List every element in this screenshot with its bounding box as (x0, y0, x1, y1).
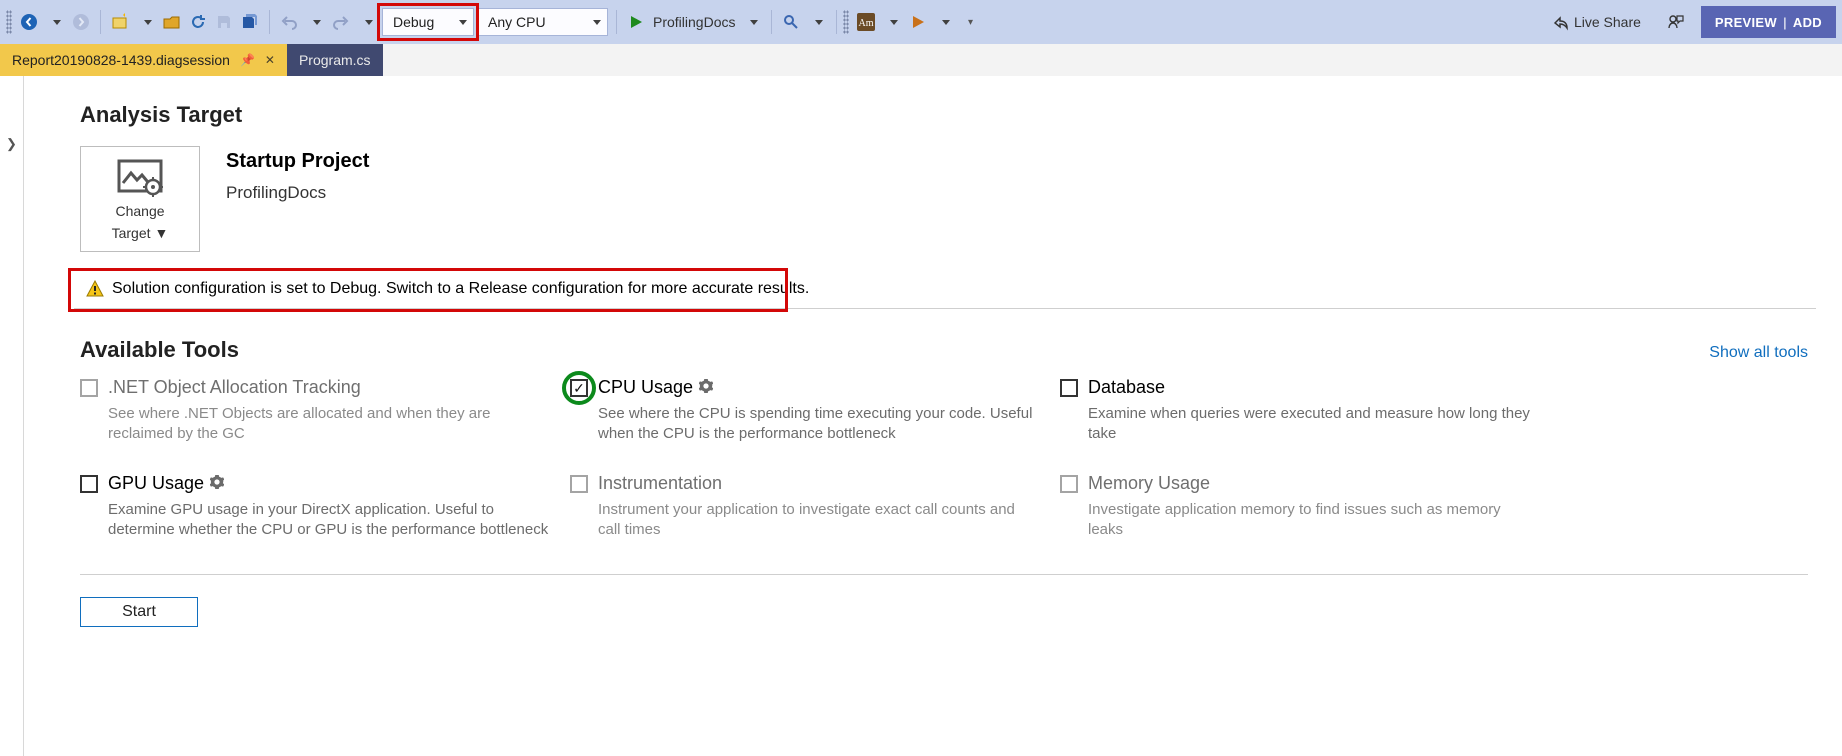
tool-checkbox (80, 379, 98, 397)
tools-grid: .NET Object Allocation Tracking See where… (80, 377, 1842, 540)
tool-database: Database Examine when queries were execut… (1060, 377, 1530, 445)
start-button[interactable]: Start (80, 597, 198, 627)
toolbar-overflow[interactable]: ▾ (957, 7, 983, 37)
tool-title: .NET Object Allocation Tracking (108, 377, 361, 398)
main-toolbar: Debug Any CPU ProfilingDocs Am ▾ Live Sh… (0, 0, 1842, 44)
expand-panel-icon[interactable]: ❯ (6, 136, 17, 756)
start-debugging-button[interactable] (623, 7, 649, 37)
tab-diagsession[interactable]: Report20190828-1439.diagsession 📌 ✕ (0, 44, 287, 76)
open-file-button[interactable] (159, 7, 185, 37)
redo-button[interactable] (328, 7, 354, 37)
divider (80, 574, 1808, 575)
pin-icon[interactable]: 📌 (240, 53, 255, 67)
available-tools-heading: Available Tools (80, 337, 239, 363)
preview-secondary: ADD (1793, 15, 1822, 30)
preview-label: PREVIEW (1715, 15, 1777, 30)
nav-back-button[interactable] (16, 7, 42, 37)
tool-description: Examine GPU usage in your DirectX applic… (108, 500, 550, 541)
refresh-icon[interactable] (185, 7, 211, 37)
live-share-button[interactable]: Live Share (1548, 7, 1649, 37)
find-in-files-button[interactable] (778, 7, 804, 37)
tool-cpu-usage: ✓ CPU Usage See where the CPU is spending … (570, 377, 1040, 445)
startup-project-name: ProfilingDocs (226, 183, 369, 203)
tool-description: See where the CPU is spending time execu… (598, 404, 1040, 445)
start-target-dropdown[interactable] (739, 7, 765, 37)
tool-memory-usage: Memory Usage Investigate application memo… (1060, 473, 1530, 541)
solution-config-combo[interactable]: Debug (382, 8, 474, 36)
gear-icon[interactable] (699, 379, 713, 396)
tool-checkbox (570, 475, 588, 493)
analysis-target-heading: Analysis Target (80, 102, 1842, 128)
tool-title: CPU Usage (598, 377, 693, 398)
tab-label: Report20190828-1439.diagsession (12, 52, 230, 68)
tool-title: Database (1088, 377, 1165, 398)
preview-button[interactable]: PREVIEW | ADD (1701, 6, 1836, 38)
undo-button[interactable] (276, 7, 302, 37)
tool-description: Examine when queries were executed and m… (1088, 404, 1530, 445)
gear-icon[interactable] (210, 475, 224, 492)
tab-label: Program.cs (299, 52, 371, 68)
feedback-button[interactable] (1663, 7, 1689, 37)
change-target-line1: Change (115, 203, 164, 219)
new-project-dropdown[interactable] (133, 7, 159, 37)
grip-icon[interactable] (6, 10, 12, 34)
tool-instrumentation: Instrumentation Instrument your applicati… (570, 473, 1040, 541)
tool-net-alloc: .NET Object Allocation Tracking See where… (80, 377, 550, 445)
warning-icon (86, 280, 104, 298)
solution-platform-combo[interactable]: Any CPU (478, 8, 608, 36)
tool-description: Investigate application memory to find i… (1088, 500, 1530, 541)
tab-program-cs[interactable]: Program.cs (287, 44, 383, 76)
document-tab-strip: Report20190828-1439.diagsession 📌 ✕ Prog… (0, 44, 1842, 76)
tool-checkbox[interactable]: ✓ (570, 379, 588, 397)
new-project-button[interactable] (107, 7, 133, 37)
nav-back-dropdown[interactable] (42, 7, 68, 37)
change-target-tile[interactable]: Change Target ▼ (80, 146, 200, 252)
tool-checkbox[interactable] (1060, 379, 1078, 397)
am-tool-dropdown[interactable] (879, 7, 905, 37)
tool-title: GPU Usage (108, 473, 204, 494)
solution-platform-text: Any CPU (488, 14, 546, 30)
tool-gpu-usage: GPU Usage Examine GPU usage in your Direc… (80, 473, 550, 541)
start-target-label[interactable]: ProfilingDocs (649, 14, 739, 30)
warning-text: Solution configuration is set to Debug. … (112, 280, 809, 298)
solution-config-text: Debug (393, 14, 434, 30)
close-icon[interactable]: ✕ (265, 53, 275, 67)
save-button[interactable] (211, 7, 237, 37)
tool-title: Instrumentation (598, 473, 722, 494)
play-orange-button[interactable] (905, 7, 931, 37)
show-all-tools-link[interactable]: Show all tools (1709, 344, 1808, 362)
annotation-highlight (562, 371, 596, 405)
side-gutter: ❯ (0, 76, 24, 756)
tool-description: Instrument your application to investiga… (598, 500, 1040, 541)
chevron-down-icon (459, 20, 467, 25)
tool-description: See where .NET Objects are allocated and… (108, 404, 550, 445)
svg-text:Am: Am (859, 18, 874, 29)
play-orange-dropdown[interactable] (931, 7, 957, 37)
grip-icon[interactable] (843, 10, 849, 34)
save-all-button[interactable] (237, 7, 263, 37)
chevron-down-icon (593, 20, 601, 25)
find-dropdown[interactable] (804, 7, 830, 37)
startup-project-heading: Startup Project (226, 150, 369, 173)
undo-dropdown[interactable] (302, 7, 328, 37)
target-image-icon (117, 159, 163, 197)
redo-dropdown[interactable] (354, 7, 380, 37)
nav-forward-button[interactable] (68, 7, 94, 37)
tool-title: Memory Usage (1088, 473, 1210, 494)
chevron-down-icon: ▼ (155, 225, 169, 241)
am-tool-button[interactable]: Am (853, 7, 879, 37)
config-warning: Solution configuration is set to Debug. … (74, 272, 1816, 309)
live-share-label: Live Share (1570, 14, 1645, 30)
tool-checkbox (1060, 475, 1078, 493)
change-target-line2: Target (112, 225, 151, 241)
tool-checkbox[interactable] (80, 475, 98, 493)
